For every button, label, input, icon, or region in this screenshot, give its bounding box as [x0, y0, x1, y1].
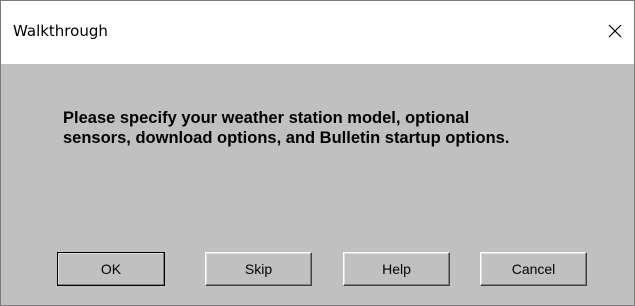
help-button[interactable]: Help — [343, 252, 450, 286]
skip-button[interactable]: Skip — [205, 252, 312, 286]
instruction-message: Please specify your weather station mode… — [63, 109, 510, 147]
close-button[interactable] — [598, 15, 634, 49]
ok-button[interactable]: OK — [57, 252, 165, 286]
walkthrough-dialog: Walkthrough Please specify your weather … — [0, 0, 635, 306]
close-icon — [608, 24, 622, 38]
window-title: Walkthrough — [13, 22, 108, 40]
title-bar[interactable]: Walkthrough — [1, 1, 634, 64]
cancel-button[interactable]: Cancel — [480, 252, 587, 286]
dialog-body: Please specify your weather station mode… — [1, 64, 634, 305]
